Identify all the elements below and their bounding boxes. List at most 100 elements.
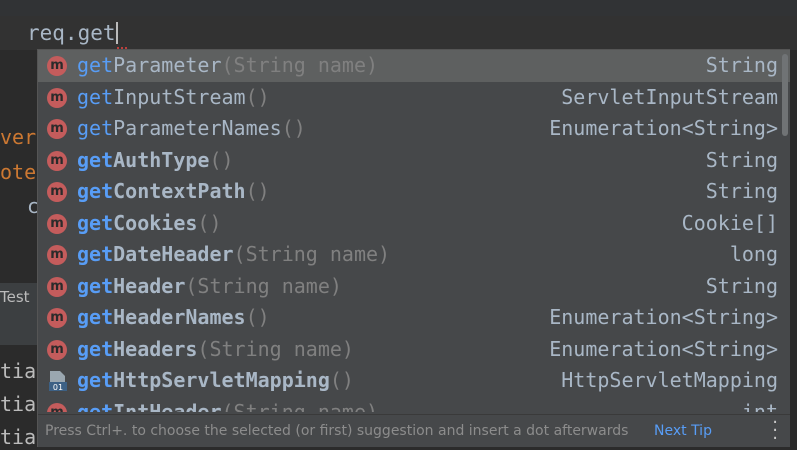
completion-item[interactable]: m getHeaders(String name) Enumeration<Stri…: [38, 334, 790, 366]
method-name-rest: ContextPath: [113, 179, 246, 203]
method-name-rest: Header: [113, 273, 186, 298]
method-name-rest: DateHeader: [113, 242, 234, 266]
method-params: (): [281, 116, 306, 140]
completion-item-name: getParameter(String name): [77, 53, 378, 77]
completion-item[interactable]: m getHeaderNames() Enumeration<String>: [38, 302, 790, 334]
editor-top-strip: [0, 0, 797, 16]
method-icon: m: [47, 213, 67, 234]
method-icon: m: [47, 402, 67, 412]
footer-tip-text: Press Ctrl+. to choose the selected (or …: [45, 423, 629, 439]
return-type: Cookie[]: [681, 210, 778, 235]
method-params: (): [245, 179, 270, 203]
return-type: String: [705, 147, 778, 172]
completion-item[interactable]: m getInputStream() ServletInputStream: [38, 82, 790, 114]
code-line[interactable]: req.get: [27, 20, 118, 46]
run-tab-test[interactable]: Test: [0, 288, 30, 306]
return-type: Enumeration<String>: [549, 116, 778, 140]
return-type: long: [729, 242, 778, 266]
method-name-rest: HttpServletMapping: [113, 368, 330, 392]
match-prefix: get: [77, 147, 114, 172]
method-name-rest: InputStream: [113, 84, 246, 109]
completion-item-name: getHttpServletMapping(): [77, 368, 354, 392]
match-prefix: get: [77, 53, 114, 77]
run-panel-toolbar: [0, 313, 40, 345]
completion-item-name: getInputStream(): [77, 85, 270, 109]
method-icon: m: [47, 339, 67, 360]
completion-item-name: getHeader(String name): [77, 274, 342, 298]
completion-item[interactable]: 01 getHttpServletMapping() HttpServletMapp…: [38, 365, 790, 397]
code-text: req.get: [27, 21, 116, 45]
console-line: tia: [0, 392, 37, 416]
completion-item-name: getCookies(): [77, 211, 222, 235]
svg-text:01: 01: [53, 383, 63, 392]
method-name-rest: IntHeader: [113, 399, 222, 413]
method-name-rest: Headers: [113, 336, 198, 361]
method-icon: m: [47, 119, 67, 139]
completion-popup[interactable]: m getParameter(String name) String m getInpu…: [37, 49, 790, 447]
method-icon: m: [47, 276, 67, 297]
method-params: (String name): [185, 273, 342, 298]
console-line: tia: [0, 425, 37, 449]
match-prefix: get: [77, 305, 114, 329]
completion-item-name: getIntHeader(String name): [77, 400, 378, 413]
method-icon: m: [47, 182, 67, 202]
method-name-rest: AuthType: [113, 147, 210, 172]
match-prefix: get: [77, 242, 114, 266]
method-params: (String name): [197, 336, 354, 361]
completion-item-name: getContextPath(): [77, 179, 270, 203]
completion-item[interactable]: m getParameter(String name) String: [38, 50, 790, 82]
completion-item[interactable]: m getParameterNames() Enumeration<String>: [38, 113, 790, 145]
more-options-icon[interactable]: · · ·: [772, 414, 778, 448]
method-params: (String name): [221, 399, 379, 413]
return-type: String: [705, 273, 778, 298]
completion-item[interactable]: m getIntHeader(String name) int: [38, 397, 790, 413]
method-params: (): [245, 84, 270, 109]
text-caret: [115, 22, 118, 44]
completion-item[interactable]: m getCookies() Cookie[]: [38, 208, 790, 240]
completion-item[interactable]: m getHeader(String name) String: [38, 271, 790, 303]
completion-footer: Press Ctrl+. to choose the selected (or …: [38, 414, 790, 447]
return-type: Enumeration<String>: [549, 305, 778, 329]
match-prefix: get: [77, 368, 114, 392]
match-prefix: get: [77, 210, 114, 235]
method-params: (String name): [233, 242, 391, 266]
next-tip-link[interactable]: Next Tip: [654, 423, 712, 439]
completion-item[interactable]: m getAuthType() String: [38, 145, 790, 177]
method-icon: m: [47, 308, 67, 328]
completion-item-name: getHeaders(String name): [77, 337, 354, 361]
return-type: int: [741, 399, 778, 413]
method-icon: m: [47, 150, 67, 171]
method-params: (): [245, 305, 270, 329]
method-name-rest: ParameterNames: [113, 116, 282, 140]
code-fragment: ver: [0, 125, 37, 149]
return-type: Enumeration<String>: [549, 336, 778, 361]
return-type: ServletInputStream: [561, 84, 778, 109]
method-params: (): [209, 147, 234, 172]
completion-item[interactable]: m getContextPath() String: [38, 176, 790, 208]
completion-item[interactable]: m getDateHeader(String name) long: [38, 239, 790, 271]
return-type: String: [705, 53, 778, 77]
method-name-rest: Parameter: [113, 53, 222, 77]
completion-item-name: getAuthType(): [77, 148, 234, 172]
return-type: HttpServletMapping: [561, 368, 778, 392]
completion-scrollbar[interactable]: [782, 54, 788, 136]
method-params: (): [197, 210, 222, 235]
method-params: (String name): [221, 53, 379, 77]
completion-item-name: getParameterNames(): [77, 116, 306, 140]
completion-list[interactable]: m getParameter(String name) String m getInpu…: [38, 50, 790, 412]
method-name-rest: Cookies: [113, 210, 198, 235]
return-type: String: [705, 179, 778, 203]
match-prefix: get: [77, 336, 114, 361]
match-prefix: get: [77, 84, 114, 109]
completion-item-name: getHeaderNames(): [77, 305, 270, 329]
method-params: (): [329, 368, 354, 392]
method-java9-icon: 01: [49, 371, 67, 392]
completion-item-name: getDateHeader(String name): [77, 242, 390, 266]
match-prefix: get: [77, 179, 114, 203]
method-icon: m: [47, 245, 67, 265]
match-prefix: get: [77, 273, 114, 298]
match-prefix: get: [77, 116, 114, 140]
code-fragment: ote: [0, 160, 37, 184]
method-icon: m: [47, 87, 67, 108]
console-line: tia: [0, 359, 37, 383]
